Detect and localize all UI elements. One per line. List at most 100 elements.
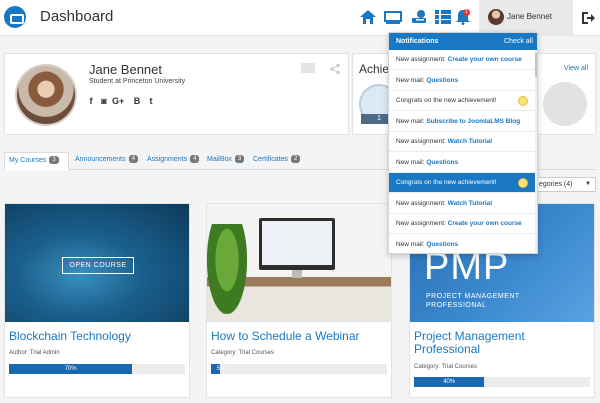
course-card[interactable]: How to Schedule a Webinar Category: Tria… — [206, 203, 392, 398]
page-title: Dashboard — [40, 8, 114, 25]
view-all-link[interactable]: View all — [564, 65, 588, 72]
google-plus-icon[interactable]: G+ — [112, 95, 124, 107]
course-title[interactable]: Project Management Professional — [414, 330, 594, 356]
progress-label: 40% — [443, 379, 456, 385]
notification-link[interactable]: Watch Tutorial — [448, 138, 492, 145]
notification-link[interactable]: Subscribe to JoomlaLMS Blog — [426, 118, 520, 125]
avatar — [488, 9, 504, 25]
tab-label: My Courses — [9, 157, 47, 164]
scrollbar-track[interactable] — [535, 50, 537, 253]
progress-label: 70% — [64, 366, 77, 372]
notification-text: Congrats on the new achievement! — [396, 179, 497, 186]
facebook-icon[interactable]: f — [85, 95, 97, 107]
app-logo[interactable] — [4, 6, 26, 28]
tab-label: MailBox — [207, 156, 232, 163]
tab-label: Announcements — [75, 156, 126, 163]
notifications-title: Notifications — [396, 38, 439, 45]
instagram-icon[interactable]: ◙ — [98, 95, 110, 107]
notification-item[interactable]: New mail: Questions — [389, 153, 535, 173]
tab-label: Assignments — [147, 156, 188, 163]
course-image[interactable] — [207, 204, 391, 322]
notification-text: New assignment: — [396, 138, 448, 145]
list-icon[interactable] — [434, 9, 452, 25]
plant-illustration — [207, 224, 247, 314]
notification-link[interactable]: Create your own course — [448, 56, 522, 63]
notification-text: New mail: — [396, 240, 427, 248]
notification-text: New mail: — [396, 158, 427, 166]
category-select-value: egories (4) — [539, 181, 573, 188]
profile-subtitle: Student at Princeton University — [89, 78, 186, 85]
notification-item[interactable]: Congrats on the new achievement! — [389, 173, 535, 193]
notification-item[interactable]: New assignment: Watch Tutorial — [389, 132, 535, 152]
top-bar: Dashboard 1 Jane Bennet — [0, 0, 600, 36]
course-progress-bar: 70% — [9, 364, 185, 374]
open-course-button[interactable]: OPEN COURSE — [62, 257, 134, 274]
edit-profile-button[interactable] — [301, 63, 315, 73]
course-meta: Category: Trial Courses — [414, 364, 478, 370]
notification-link[interactable]: Questions — [426, 77, 458, 84]
monitor-icon[interactable] — [383, 9, 403, 25]
certificate-icon[interactable] — [410, 9, 428, 25]
course-progress-bar: 40% — [414, 377, 590, 387]
notification-item[interactable]: New assignment: Watch Tutorial — [389, 194, 535, 214]
category-select[interactable]: egories (4) ▼ — [530, 177, 596, 192]
notifications-header: Notifications Check all — [389, 33, 537, 50]
notification-text: New assignment: — [396, 199, 448, 207]
tab-certificates[interactable]: Certificates 2 — [249, 152, 315, 170]
notification-item[interactable]: New mail: Subscribe to JoomlaLMS Blog — [389, 112, 535, 132]
course-title[interactable]: Blockchain Technology — [9, 330, 189, 343]
notification-text: New assignment: — [396, 56, 448, 63]
tab-mailbox[interactable]: MailBox 3 — [203, 152, 249, 170]
monitor-stand — [292, 270, 302, 278]
course-card[interactable]: OPEN COURSE Blockchain Technology Author… — [4, 203, 190, 398]
notification-link[interactable]: Questions — [426, 159, 458, 166]
tab-my-courses[interactable]: My Courses 3 — [4, 152, 69, 171]
notification-item[interactable]: New mail: Questions — [389, 71, 535, 91]
user-name: Jane Bennet — [507, 12, 552, 21]
course-title[interactable]: How to Schedule a Webinar — [211, 330, 391, 343]
profile-avatar — [15, 64, 77, 126]
chevron-down-icon: ▼ — [585, 181, 591, 187]
logout-icon[interactable] — [580, 10, 596, 26]
notification-item[interactable]: New assignment: Create your own course — [389, 214, 535, 234]
tab-count: 4 — [128, 155, 138, 163]
progress-label: 5% — [216, 366, 226, 372]
profile-card: Jane Bennet Student at Princeton Univers… — [4, 53, 349, 135]
notification-link[interactable]: Create your own course — [448, 220, 522, 227]
monitor-illustration — [259, 218, 335, 270]
notification-count-badge: 1 — [463, 9, 470, 16]
notification-item[interactable]: Congrats on the new achievement! — [389, 91, 535, 111]
course-image[interactable]: OPEN COURSE — [5, 204, 189, 322]
notification-text: Congrats on the new achievement! — [396, 97, 497, 104]
notification-text: New mail: — [396, 117, 427, 125]
share-icon[interactable] — [329, 62, 341, 75]
locked-achievement-icon — [543, 82, 587, 126]
tab-announcements[interactable]: Announcements 4 — [71, 152, 143, 170]
notification-link[interactable]: Questions — [426, 241, 458, 248]
tab-count: 3 — [234, 155, 245, 163]
home-icon[interactable] — [359, 9, 377, 25]
notifications-dropdown: Notifications Check all New assignment: … — [388, 32, 538, 254]
check-all-link[interactable]: Check all — [504, 38, 533, 45]
course-meta: Category: Trial Courses — [211, 350, 275, 356]
course-image-subtitle: PROJECT MANAGEMENT PROFESSIONAL — [426, 293, 520, 309]
notification-item[interactable]: New assignment: Create your own course — [389, 50, 535, 70]
course-progress-bar: 5% — [211, 364, 387, 374]
tab-count: 2 — [291, 155, 301, 163]
notification-text: New assignment: — [396, 220, 448, 227]
course-meta: Author: Trial Admin — [9, 350, 60, 356]
scrollbar-thumb[interactable] — [535, 53, 537, 77]
notification-text: New mail: — [396, 76, 427, 84]
tab-assignments[interactable]: Assignments 4 — [143, 152, 203, 170]
blogger-icon[interactable]: B — [131, 95, 143, 107]
twitter-icon[interactable]: t — [145, 95, 157, 107]
notification-item[interactable]: New mail: Questions — [389, 235, 535, 254]
tab-label: Certificates — [253, 156, 289, 163]
profile-name: Jane Bennet — [89, 62, 163, 77]
notification-link[interactable]: Watch Tutorial — [448, 200, 492, 207]
achievements-title: Achie — [359, 62, 390, 76]
user-menu[interactable]: Jane Bennet — [479, 0, 573, 36]
tab-count: 4 — [190, 155, 200, 163]
trophy-icon — [518, 96, 528, 106]
tab-count: 3 — [49, 156, 59, 164]
